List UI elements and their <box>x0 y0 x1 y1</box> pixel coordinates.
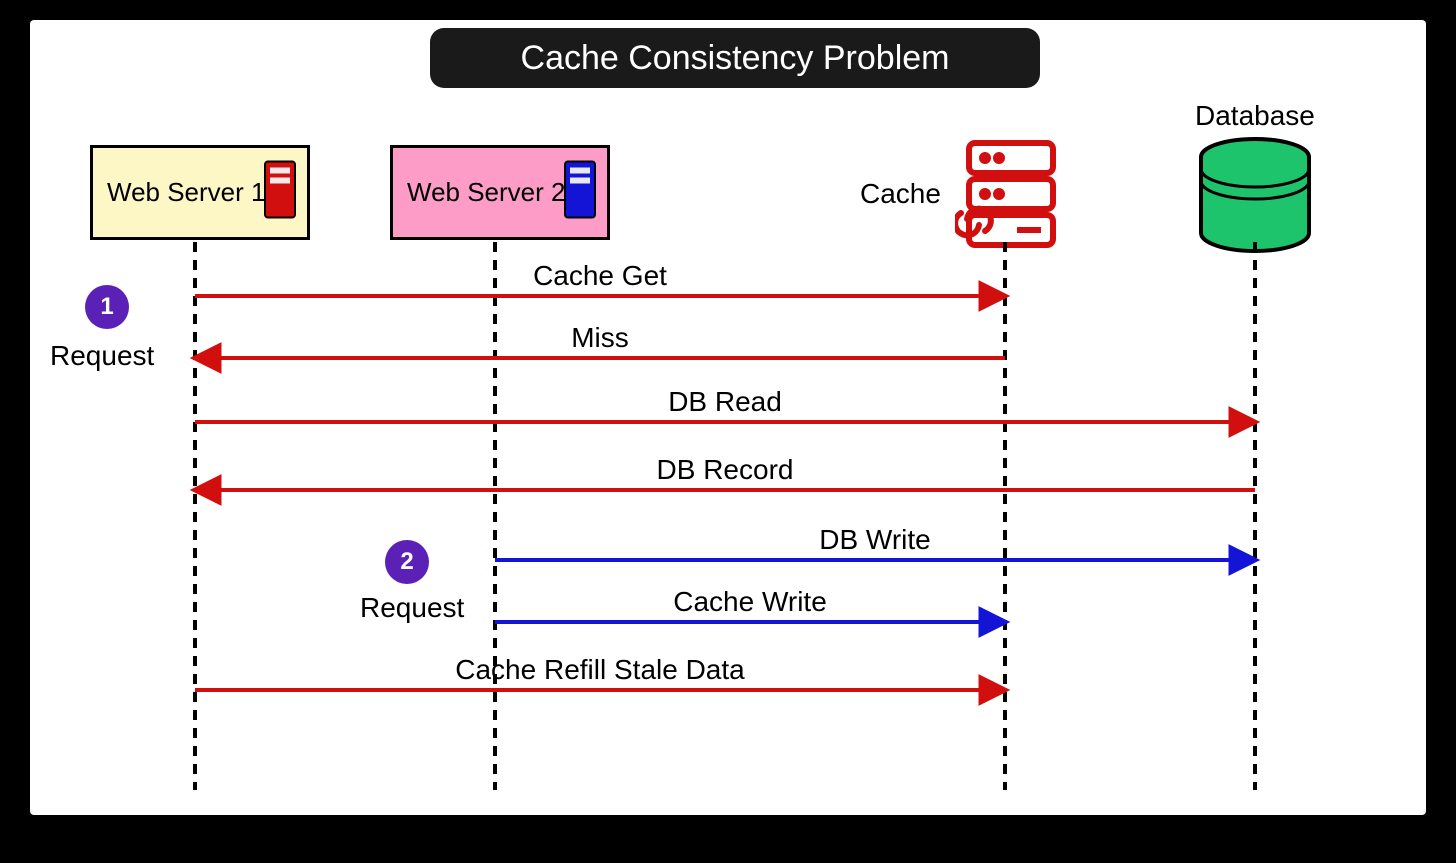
msg-cache-write: Cache Write <box>673 586 827 618</box>
msg-db-read: DB Read <box>668 386 782 418</box>
actor-web1-label: Web Server 1 <box>107 177 265 208</box>
database-icon <box>1195 135 1315 260</box>
msg-miss: Miss <box>571 322 629 354</box>
cache-icon <box>955 135 1065 260</box>
request-2-label: Request <box>360 592 464 624</box>
outer-frame: Cache Consistency Problem Web Server 1 W… <box>0 0 1456 863</box>
request-1-badge: 1 <box>85 285 129 329</box>
actor-database-label: Database <box>1195 100 1315 132</box>
actor-cache-label: Cache <box>860 178 941 210</box>
diagram-title: Cache Consistency Problem <box>430 28 1040 88</box>
server-icon <box>563 159 597 226</box>
actor-web2-label: Web Server 2 <box>407 177 565 208</box>
request-1-label: Request <box>50 340 154 372</box>
msg-cache-refill: Cache Refill Stale Data <box>455 654 744 686</box>
msg-db-record: DB Record <box>657 454 794 486</box>
msg-db-write: DB Write <box>819 524 931 556</box>
msg-cache-get: Cache Get <box>533 260 667 292</box>
diagram-canvas: Cache Consistency Problem Web Server 1 W… <box>30 20 1426 815</box>
actor-web-server-2: Web Server 2 <box>390 145 610 240</box>
actor-web-server-1: Web Server 1 <box>90 145 310 240</box>
request-2-badge: 2 <box>385 540 429 584</box>
server-icon <box>263 159 297 226</box>
